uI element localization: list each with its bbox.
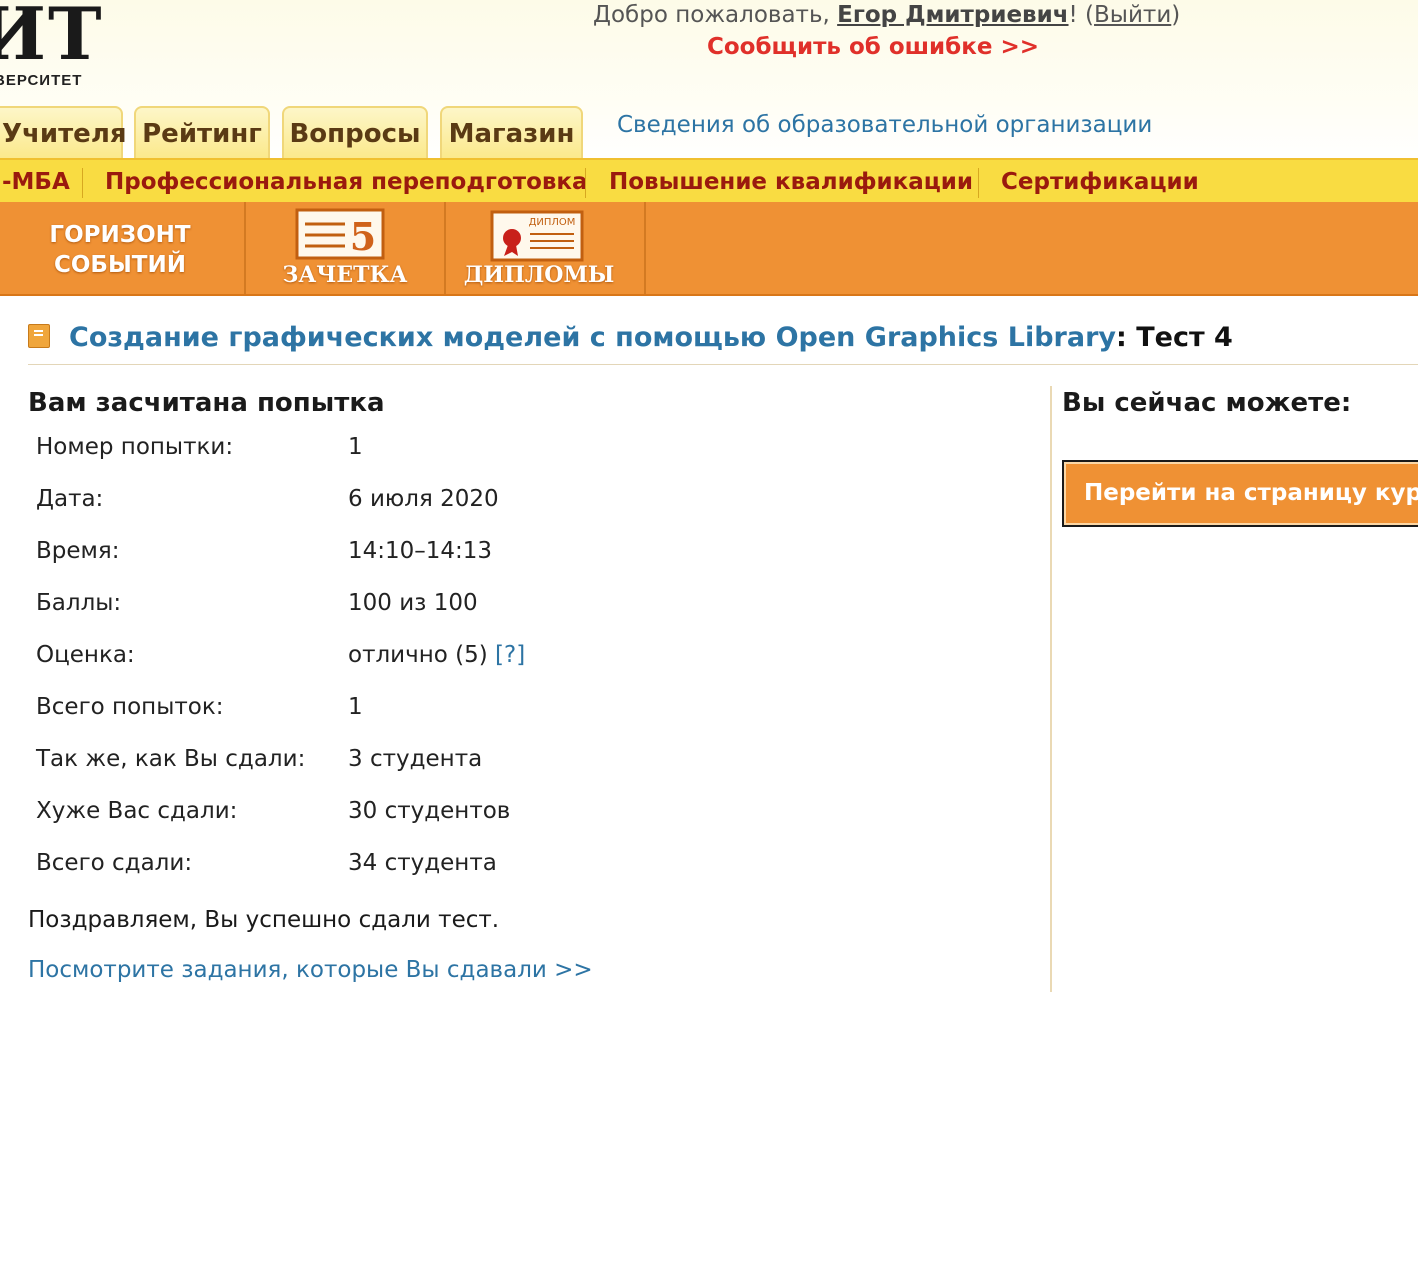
zachetka-label: ЗАЧЕТКА [282, 262, 408, 288]
date-value: 6 июля 2020 [348, 486, 499, 512]
diplomas-button[interactable]: ДИПЛОМ ДИПЛОМЫ [446, 202, 644, 294]
total-attempts-value: 1 [348, 694, 363, 720]
tab-shop[interactable]: Магазин [440, 106, 583, 158]
gradebook-grade: 5 [350, 214, 376, 259]
diplomas-label: ДИПЛОМЫ [463, 262, 615, 288]
score-value: 100 из 100 [348, 590, 478, 616]
grade-value: отлично (5) [?] [348, 642, 525, 668]
congrats-message: Поздравляем, Вы успешно сдали тест. [28, 907, 500, 933]
worse-result-value: 30 студентов [348, 798, 511, 824]
welcome-message: Добро пожаловать, Егор Дмитриевич! (Выйт… [593, 0, 1180, 30]
grade-text: отлично (5) [348, 642, 496, 668]
test-name: : Тест 4 [1116, 322, 1233, 353]
total-attempts-label: Всего попыток: [36, 694, 224, 720]
tab-questions[interactable]: Вопросы [282, 106, 428, 158]
time-value: 14:10–14:13 [348, 538, 493, 564]
score-label: Баллы: [36, 590, 122, 616]
attempt-number-value: 1 [348, 434, 363, 460]
attempt-number-label: Номер попытки: [36, 434, 234, 460]
user-name-link[interactable]: Егор Дмитриевич [837, 2, 1068, 28]
menu-mba[interactable]: -МБА [2, 160, 70, 204]
column-divider [1050, 386, 1052, 992]
date-label: Дата: [36, 486, 104, 512]
page-title: Создание графических моделей с помощью O… [69, 322, 1233, 353]
service-separator [644, 202, 646, 294]
report-error-link[interactable]: Сообщить об ошибке >> [707, 34, 1039, 60]
total-passed-label: Всего сдали: [36, 850, 193, 876]
same-result-label: Так же, как Вы сдали: [36, 746, 306, 772]
welcome-prefix: Добро пожаловать, [593, 2, 838, 28]
menu-qualification[interactable]: Повышение квалификации [609, 160, 973, 204]
course-title-link[interactable]: Создание графических моделей с помощью O… [69, 322, 1116, 353]
same-result-value: 3 студента [348, 746, 483, 772]
menu-separator [978, 168, 979, 198]
actions-heading: Вы сейчас можете: [1062, 388, 1352, 418]
go-to-course-button[interactable]: Перейти на страницу курса [1062, 460, 1418, 527]
program-menu: -МБА Профессиональная переподготовка Пов… [0, 158, 1418, 204]
diploma-icon: ДИПЛОМ [490, 210, 584, 262]
title-divider [28, 364, 1418, 365]
worse-result-label: Хуже Вас сдали: [36, 798, 238, 824]
welcome-exclaim: ! ( [1068, 2, 1095, 28]
logout-link[interactable]: Выйти [1094, 2, 1171, 28]
tab-rating[interactable]: Рейтинг [134, 106, 270, 158]
menu-certifications[interactable]: Сертификации [1001, 160, 1199, 204]
menu-separator [82, 168, 83, 198]
time-label: Время: [36, 538, 120, 564]
service-menu: ГОРИЗОНТ СОБЫТИЙ 5 ЗАЧЕТКА ДИПЛОМ ДИПЛОМ… [0, 202, 1418, 296]
site-logo[interactable]: ИТ [0, 0, 110, 70]
menu-professional-retraining[interactable]: Профессиональная переподготовка [105, 160, 588, 204]
tab-teachers[interactable]: Учителя [0, 106, 127, 158]
diploma-tag: ДИПЛОМ [529, 217, 576, 228]
grade-label: Оценка: [36, 642, 135, 668]
menu-separator [585, 168, 586, 198]
welcome-close: ) [1171, 2, 1181, 28]
horizon-line-1: ГОРИЗОНТ [49, 222, 191, 248]
org-info-link[interactable]: Сведения об образовательной организации [617, 112, 1152, 138]
horizon-line-2: СОБЫТИЙ [54, 252, 186, 278]
zachetka-button[interactable]: 5 ЗАЧЕТКА [246, 202, 444, 294]
view-tasks-link[interactable]: Посмотрите задания, которые Вы сдавали >… [28, 957, 593, 983]
horizon-of-events-button[interactable]: ГОРИЗОНТ СОБЫТИЙ [40, 220, 200, 280]
site-logo-subtitle: ВЕРСИТЕТ [0, 72, 83, 89]
total-passed-value: 34 студента [348, 850, 497, 876]
attempt-heading: Вам засчитана попытка [28, 388, 385, 418]
grade-help-link[interactable]: [?] [495, 642, 525, 668]
gradebook-icon: 5 [295, 208, 385, 260]
book-icon [28, 324, 50, 348]
page-title-row: Создание графических моделей с помощью O… [28, 322, 1418, 366]
